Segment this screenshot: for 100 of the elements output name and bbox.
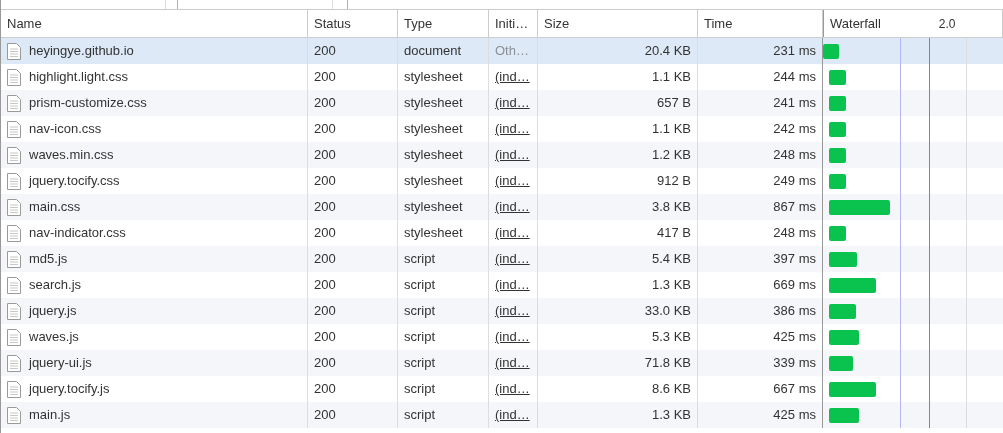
file-icon <box>7 250 21 268</box>
name-cell-text: main.css <box>29 198 81 217</box>
initiator-link[interactable]: (ind… <box>495 93 530 113</box>
type-cell-text: stylesheet <box>404 198 463 217</box>
request-row[interactable]: md5.js 200 script (ind… 5.4 KB 397 ms <box>1 246 1003 272</box>
status-cell-text: 200 <box>314 250 336 269</box>
waterfall-bar <box>829 251 857 267</box>
size-cell-text: 33.0 KB <box>644 302 691 321</box>
time-cell-text: 244 ms <box>773 68 816 87</box>
initiator-link[interactable]: (ind… <box>495 275 530 295</box>
type-cell-text: stylesheet <box>404 94 463 113</box>
status-cell-text: 200 <box>314 380 336 399</box>
waterfall-bar <box>829 329 859 345</box>
initiator-link[interactable]: (ind… <box>495 249 530 269</box>
column-header[interactable]: Status <box>314 13 351 34</box>
waterfall-bar <box>829 95 846 111</box>
waterfall-tick: 2.0 <box>938 15 956 33</box>
type-cell-text: stylesheet <box>404 172 463 191</box>
file-icon <box>7 198 21 216</box>
type-cell-text: script <box>404 302 436 321</box>
column-header[interactable]: Name <box>7 13 42 34</box>
status-cell-text: 200 <box>314 406 336 425</box>
time-cell-text: 669 ms <box>773 276 816 295</box>
size-cell-text: 8.6 KB <box>651 380 691 399</box>
initiator-link[interactable]: (ind… <box>495 353 530 373</box>
type-cell-text: stylesheet <box>404 146 463 165</box>
initiator-link[interactable]: (ind… <box>495 145 530 165</box>
time-cell-text: 397 ms <box>773 250 816 269</box>
name-cell-text: highlight.light.css <box>29 68 128 87</box>
initiator-link[interactable]: (ind… <box>495 223 530 243</box>
file-icon <box>7 406 21 424</box>
size-cell-text: 1.3 KB <box>651 276 691 295</box>
size-cell-text: 1.1 KB <box>651 68 691 87</box>
status-cell-text: 200 <box>314 354 336 373</box>
file-icon <box>7 276 21 294</box>
name-cell-text: nav-icon.css <box>29 120 102 139</box>
time-cell-text: 248 ms <box>773 224 816 243</box>
initiator-link[interactable]: (ind… <box>495 405 530 425</box>
time-cell-text: 339 ms <box>773 354 816 373</box>
size-cell-text: 20.4 KB <box>644 42 691 61</box>
column-header[interactable]: Size <box>544 13 570 34</box>
time-cell-text: 386 ms <box>773 302 816 321</box>
file-icon <box>7 328 21 346</box>
name-cell-text: jquery.tocify.js <box>29 380 110 399</box>
time-cell-text: 248 ms <box>773 146 816 165</box>
file-icon <box>7 302 21 320</box>
status-cell-text: 200 <box>314 302 336 321</box>
size-cell-text: 3.8 KB <box>651 198 691 217</box>
status-cell-text: 200 <box>314 172 336 191</box>
name-cell-text: jquery-ui.js <box>29 354 92 373</box>
status-cell-text: 200 <box>314 94 336 113</box>
waterfall-bar <box>829 199 890 215</box>
type-cell-text: script <box>404 380 436 399</box>
name-cell-text: jquery.tocify.css <box>29 172 120 191</box>
request-row[interactable]: jquery-ui.js 200 script (ind… 71.8 KB 339 ms <box>1 350 1003 376</box>
waterfall-bar <box>823 43 840 59</box>
request-row[interactable]: main.js 200 script (ind… 1.3 KB 425 ms <box>1 402 1003 428</box>
column-header[interactable]: Initi… <box>495 13 529 34</box>
time-cell-text: 241 ms <box>773 94 816 113</box>
status-cell-text: 200 <box>314 224 336 243</box>
name-cell-text: jquery.js <box>29 302 77 321</box>
file-icon <box>7 354 21 372</box>
initiator-link[interactable]: (ind… <box>495 301 530 321</box>
initiator-cell-text: Oth… <box>495 42 529 61</box>
initiator-link[interactable]: (ind… <box>495 171 530 191</box>
waterfall-bar <box>829 225 847 241</box>
name-cell-text: search.js <box>29 276 82 295</box>
waterfall-bar <box>829 355 853 371</box>
time-cell-text: 425 ms <box>773 406 816 425</box>
initiator-link[interactable]: (ind… <box>495 67 530 87</box>
file-icon <box>7 42 21 60</box>
type-cell-text: script <box>404 250 436 269</box>
waterfall-bar <box>829 277 876 293</box>
time-cell-text: 249 ms <box>773 172 816 191</box>
file-icon <box>7 380 21 398</box>
name-cell-text: md5.js <box>29 250 68 269</box>
type-cell-text: script <box>404 354 436 373</box>
initiator-link[interactable]: (ind… <box>495 119 530 139</box>
name-cell-text: waves.min.css <box>29 146 114 165</box>
name-cell-text: nav-indicator.css <box>29 224 126 243</box>
initiator-link[interactable]: (ind… <box>495 379 530 399</box>
column-header[interactable]: Time <box>704 13 733 34</box>
request-row[interactable]: prism-customize.css 200 stylesheet (ind… 657 B 241 ms <box>1 90 1003 116</box>
request-row[interactable]: jquery.js 200 script (ind… 33.0 KB 386 ms <box>1 298 1003 324</box>
request-row[interactable]: waves.min.css 200 stylesheet (ind… 1.2 KB 248 ms <box>1 142 1003 168</box>
status-cell-text: 200 <box>314 68 336 87</box>
type-cell-text: stylesheet <box>404 68 463 87</box>
waterfall-bar <box>829 407 859 423</box>
initiator-link[interactable]: (ind… <box>495 197 530 217</box>
column-header[interactable]: Waterfall <box>830 13 881 34</box>
time-cell-text: 231 ms <box>773 42 816 61</box>
request-row[interactable]: main.css 200 stylesheet (ind… 3.8 KB 867 ms <box>1 194 1003 220</box>
column-header[interactable]: Type <box>404 13 433 34</box>
request-row[interactable]: heyingye.github.io 200 document Oth… 20.4 KB 231 ms <box>1 38 1003 64</box>
waterfall-bar <box>829 147 847 163</box>
initiator-link[interactable]: (ind… <box>495 327 530 347</box>
file-icon <box>7 94 21 112</box>
name-cell-text: prism-customize.css <box>29 94 147 113</box>
file-icon <box>7 146 21 164</box>
status-cell-text: 200 <box>314 146 336 165</box>
